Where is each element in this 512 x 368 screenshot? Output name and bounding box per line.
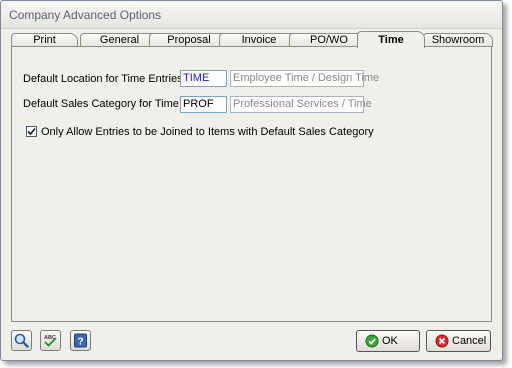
cancel-button[interactable]: Cancel: [426, 330, 491, 352]
window-title: Company Advanced Options: [9, 8, 162, 22]
checkmark-icon: [27, 127, 36, 136]
tab-invoice[interactable]: Invoice: [219, 33, 299, 47]
default-sales-category-description-field: Professional Services / Time: [230, 96, 372, 113]
default-location-description-field: Employee Time / Design Time: [230, 70, 379, 87]
tab-general[interactable]: General: [80, 33, 159, 47]
tab-proposal[interactable]: Proposal: [149, 33, 229, 47]
button-bar: ABC ? OK Cancel: [1, 323, 502, 361]
default-location-label: Default Location for Time Entries: [23, 73, 183, 85]
spellcheck-button[interactable]: ABC: [40, 330, 61, 351]
title-bar[interactable]: Company Advanced Options: [1, 1, 502, 29]
tab-time[interactable]: Time: [357, 31, 425, 48]
cancel-x-icon: [435, 334, 449, 348]
ok-button[interactable]: OK: [356, 330, 420, 352]
tab-showroom[interactable]: Showroom: [423, 33, 493, 47]
tab-strip: Print General Proposal Invoice PO/WO Tim…: [11, 31, 494, 48]
time-tab-panel: Default Location for Time Entries TIME E…: [11, 46, 492, 322]
only-default-category-label: Only Allow Entries to be Joined to Items…: [41, 126, 374, 138]
only-default-category-checkbox[interactable]: [26, 126, 37, 137]
default-location-code-field[interactable]: TIME: [180, 70, 227, 87]
cancel-button-label: Cancel: [452, 335, 487, 347]
ok-button-label: OK: [382, 335, 398, 347]
spellcheck-icon: ABC: [44, 335, 57, 347]
help-button[interactable]: ?: [70, 330, 91, 351]
company-advanced-options-window: Company Advanced Options Print General P…: [0, 0, 503, 361]
svg-text:?: ?: [77, 337, 83, 348]
search-button[interactable]: [11, 330, 32, 351]
search-icon: [14, 333, 29, 348]
tab-print[interactable]: Print: [11, 33, 78, 47]
help-icon: ?: [74, 333, 87, 348]
default-sales-category-code-field[interactable]: PROF: [180, 96, 227, 113]
ok-check-icon: [365, 334, 379, 348]
